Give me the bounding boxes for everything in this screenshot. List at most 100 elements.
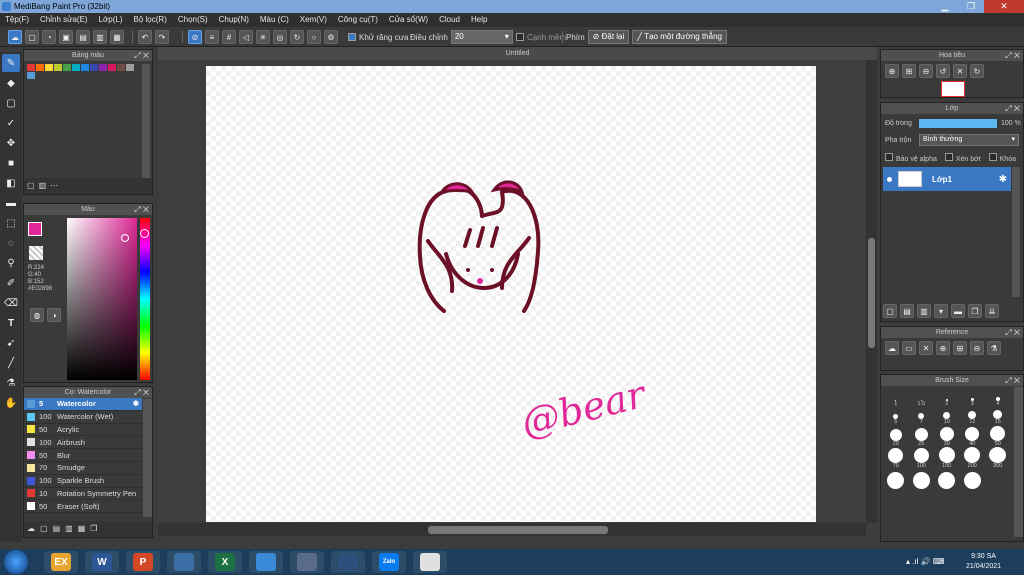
select-tool-icon[interactable]: ⬚	[2, 214, 20, 232]
brush-size-cell[interactable]: 2	[934, 389, 960, 407]
layer-settings-icon[interactable]: ✱	[999, 174, 1007, 185]
soft-edge-checkbox[interactable]	[516, 33, 524, 41]
ref-zoom-out-icon[interactable]: ⊖	[970, 341, 984, 355]
color-swatch[interactable]	[63, 64, 71, 71]
hue-slider[interactable]	[140, 218, 150, 380]
brush-size-scrollbar[interactable]	[1014, 387, 1023, 537]
new-file-icon[interactable]: ▢	[25, 30, 39, 44]
opacity-slider[interactable]	[919, 119, 997, 128]
color-swatch[interactable]	[72, 64, 80, 71]
hand-tool-icon[interactable]: ✋	[2, 394, 20, 412]
snap-circle-icon[interactable]: ○	[307, 30, 321, 44]
brush-item[interactable]: 50 Acrylic	[24, 424, 142, 437]
brush-item[interactable]: 70 Smudge	[24, 462, 142, 475]
brush-size-cell[interactable]: 300	[985, 447, 1011, 469]
taskbar-app[interactable]	[331, 551, 365, 573]
brush-menu-icon[interactable]: ▤	[53, 524, 61, 534]
excel-taskbar-icon[interactable]: X	[215, 553, 235, 571]
reset-button[interactable]: ⊘ Đặt lại	[587, 30, 630, 44]
menu-layer[interactable]: Lớp(L)	[99, 13, 123, 27]
snap-curve-icon[interactable]: ↻	[290, 30, 304, 44]
bucket-tool-icon[interactable]: ◧	[2, 174, 20, 192]
brush-size-cell[interactable]: 10	[934, 407, 960, 425]
canvas-tab[interactable]: Untitled	[158, 47, 877, 60]
duplicate-layer-icon[interactable]: ❐	[968, 304, 982, 318]
start-button[interactable]	[4, 550, 28, 574]
close-reference-icon[interactable]: ✕	[919, 341, 933, 355]
layout-icon[interactable]: ▦	[110, 30, 124, 44]
primary-color-swatch[interactable]	[28, 222, 42, 236]
clipping-checkbox[interactable]: Xén bớt	[944, 153, 981, 163]
brush-size-cell[interactable]	[883, 469, 909, 489]
dot-tool-icon[interactable]: ✓	[2, 114, 20, 132]
zoom-in-icon[interactable]: ⊕	[885, 64, 899, 78]
brush-size-cell[interactable]	[960, 469, 986, 489]
menu-tools[interactable]: Công cụ(T)	[338, 13, 378, 27]
adjust-select[interactable]: 20 ▾	[450, 30, 513, 44]
sv-cursor[interactable]	[121, 234, 129, 242]
taskbar-app[interactable]	[290, 551, 324, 573]
cloud-icon[interactable]: ☁	[8, 30, 22, 44]
snap-parallel-icon[interactable]: ≡	[205, 30, 219, 44]
ref-eyedropper-icon[interactable]: ⚗	[987, 341, 1001, 355]
close-button[interactable]: ✕	[984, 0, 1024, 13]
undo-icon[interactable]: ↶	[138, 30, 152, 44]
menu-window[interactable]: Cửa sổ(W)	[389, 13, 428, 27]
reset-view-icon[interactable]: ✕	[953, 64, 967, 78]
panel-close-icon[interactable]: ⤢ ✕	[134, 204, 149, 215]
taskbar-app[interactable]: P	[126, 551, 160, 573]
snap-concentric-icon[interactable]: ◎	[273, 30, 287, 44]
menu-capture[interactable]: Chụp(N)	[219, 13, 249, 27]
new-palette-icon[interactable]: ▢	[27, 181, 35, 191]
brush-size-cell[interactable]: 7	[909, 407, 935, 425]
ref-zoom-in-icon[interactable]: ⊕	[936, 341, 950, 355]
color-swatch[interactable]	[36, 64, 44, 71]
color-wheel-icon[interactable]: ◍	[30, 308, 44, 322]
brush-size-cell[interactable]: 12	[960, 407, 986, 425]
menu-view[interactable]: Xem(V)	[300, 13, 327, 27]
panel-close-icon[interactable]: ⤢ ✕	[1005, 327, 1020, 338]
color-swatch[interactable]	[117, 64, 125, 71]
cloud-brush-icon[interactable]: ☁	[27, 524, 35, 534]
copy-brush-icon[interactable]: ▥	[65, 524, 73, 534]
layer-scrollbar[interactable]	[1012, 167, 1020, 297]
paint-taskbar-icon[interactable]	[174, 553, 194, 571]
navigator-thumbnail[interactable]	[941, 81, 965, 97]
taskbar-app[interactable]	[413, 551, 447, 573]
save-as-icon[interactable]: ▤	[76, 30, 90, 44]
menu-edit[interactable]: Chỉnh sửa(E)	[40, 13, 88, 27]
new-layer-icon[interactable]: ▢	[883, 304, 897, 318]
divide-tool-icon[interactable]: ╱	[2, 354, 20, 372]
brush-size-cell[interactable]: 3	[960, 389, 986, 407]
menu-select[interactable]: Chọn(S)	[178, 13, 208, 27]
shape-tool-icon[interactable]: ▢	[2, 94, 20, 112]
brush-size-cell[interactable]: 30	[934, 425, 960, 447]
brush-size-cell[interactable]: 200	[960, 447, 986, 469]
snap-settings-icon[interactable]: ⚙	[324, 30, 338, 44]
open-reference-icon[interactable]: ▭	[902, 341, 916, 355]
brush-size-cell[interactable]: 150	[934, 447, 960, 469]
palette-scrollbar[interactable]	[142, 64, 150, 179]
eraser-tool-icon[interactable]: ◆	[2, 74, 20, 92]
canvas-horizontal-scrollbar[interactable]	[158, 523, 866, 536]
menu-file[interactable]: Tệp(F)	[5, 13, 29, 27]
taskbar-app[interactable]: W	[85, 551, 119, 573]
save-icon[interactable]: ▣	[59, 30, 73, 44]
word-taskbar-icon[interactable]: W	[92, 553, 112, 571]
menu-help[interactable]: Help	[471, 13, 487, 27]
brush-size-cell[interactable]: 5	[883, 407, 909, 425]
taskbar-app[interactable]	[249, 551, 283, 573]
calculator-taskbar-icon[interactable]	[256, 553, 276, 571]
new-8bit-layer-icon[interactable]: ▥	[917, 304, 931, 318]
operation-tool-icon[interactable]: ➹	[2, 334, 20, 352]
layer-row[interactable]: Lớp1 ✱	[883, 167, 1011, 191]
zalo-taskbar-icon[interactable]: Zalo	[379, 553, 399, 571]
maximize-button[interactable]: ❐	[958, 0, 984, 13]
text-tool-icon[interactable]: T	[2, 314, 20, 332]
brush-item[interactable]: 100 Airbrush	[24, 436, 142, 450]
eyedropper-tool-icon[interactable]: ⚗	[2, 374, 20, 392]
select-pen-tool-icon[interactable]: ✐	[2, 274, 20, 292]
comment-icon[interactable]: ◔	[42, 30, 56, 44]
select-eraser-tool-icon[interactable]: ⌫	[2, 294, 20, 312]
rotate-left-icon[interactable]: ↺	[936, 64, 950, 78]
